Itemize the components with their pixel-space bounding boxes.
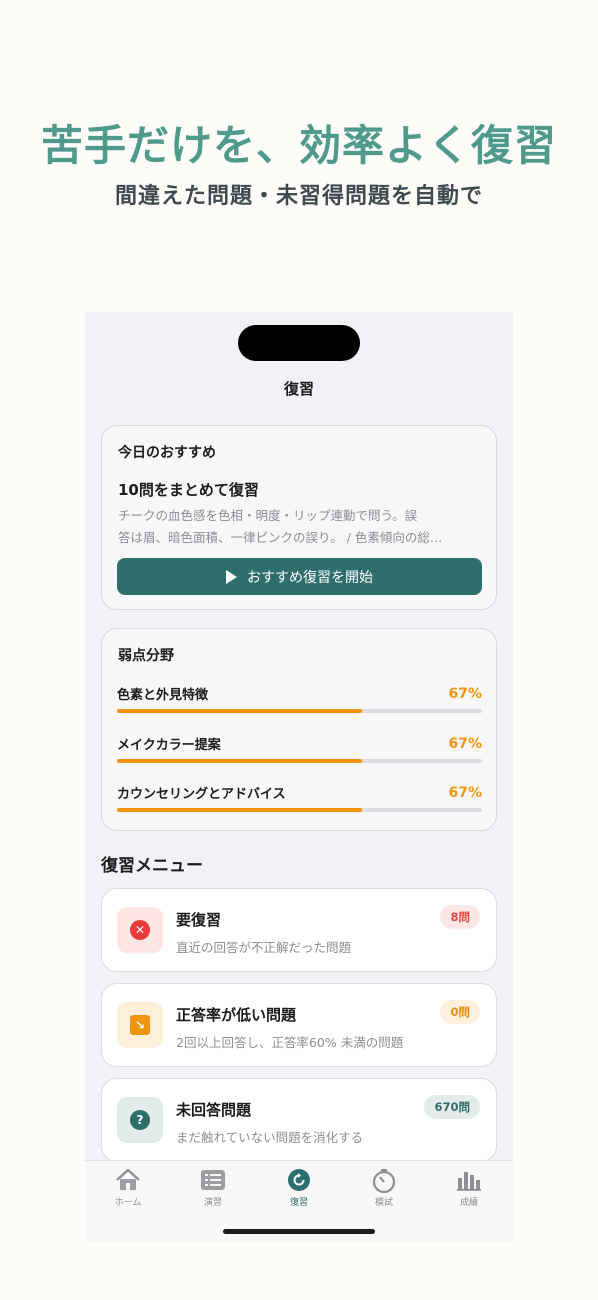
weak-area-item: メイクカラー提案 67% bbox=[117, 734, 482, 763]
recommend-description-line-2: 答は眉、暗色面積、一律ピンクの誤り。 / 色素傾向の総… bbox=[118, 530, 443, 545]
icon-box: ↘ bbox=[117, 1002, 163, 1048]
bar-chart-icon bbox=[439, 1167, 499, 1193]
menu-item-title: 要復習 bbox=[176, 911, 222, 929]
chart-down-icon: ↘ bbox=[130, 1015, 150, 1035]
menu-item-title: 正答率が低い問題 bbox=[176, 1006, 297, 1024]
nav-title: 復習 bbox=[283, 380, 314, 398]
tab-label: 演習 bbox=[203, 1198, 222, 1208]
count-badge: 8問 bbox=[440, 905, 480, 929]
tab-label: ホーム bbox=[114, 1198, 142, 1208]
tab-label: 復習 bbox=[289, 1198, 308, 1208]
review-menu-item-needs-review[interactable]: ✕ 要復習 直近の回答が不正解だった問題 8問 bbox=[101, 888, 497, 972]
recommend-title: 10問をまとめて復習 bbox=[118, 481, 259, 499]
question-circle-icon: ? bbox=[130, 1110, 150, 1130]
review-menu-title: 復習メニュー bbox=[101, 856, 203, 876]
home-icon bbox=[98, 1167, 158, 1193]
home-indicator bbox=[223, 1229, 375, 1234]
start-recommended-review-button[interactable]: おすすめ復習を開始 bbox=[117, 558, 482, 595]
progress-fill bbox=[117, 759, 362, 763]
x-circle-icon: ✕ bbox=[130, 920, 150, 940]
tab-review[interactable]: 復習 bbox=[269, 1167, 329, 1208]
weak-area-progress-bar bbox=[117, 709, 482, 713]
menu-item-subtitle: まだ触れていない問題を消化する bbox=[176, 1130, 364, 1145]
weak-areas-card: 弱点分野 色素と外見特徴 67% メイクカラー提案 67% カウンセリングとアド… bbox=[101, 628, 497, 831]
weak-area-percent: 67% bbox=[448, 784, 482, 801]
recommend-label: 今日のおすすめ bbox=[118, 445, 216, 461]
start-button-label: おすすめ復習を開始 bbox=[247, 569, 373, 586]
menu-item-title: 未回答問題 bbox=[176, 1101, 252, 1119]
tab-practice[interactable]: 演習 bbox=[183, 1167, 243, 1208]
list-icon bbox=[183, 1167, 243, 1193]
recommend-description-line-1: チークの血色感を色相・明度・リップ連動で問う。誤 bbox=[118, 508, 418, 523]
tab-label: 成績 bbox=[459, 1198, 478, 1208]
tab-results[interactable]: 成績 bbox=[439, 1167, 499, 1208]
phone-screen: 復習 今日のおすすめ 10問をまとめて復習 チークの血色感を色相・明度・リップ連… bbox=[85, 312, 513, 1242]
weak-area-name: メイクカラー提案 bbox=[117, 738, 221, 753]
tab-home[interactable]: ホーム bbox=[98, 1167, 158, 1208]
weak-areas-label: 弱点分野 bbox=[118, 648, 174, 664]
tab-bar: ホーム 演習 復習 模試 成績 bbox=[85, 1160, 513, 1242]
menu-item-subtitle: 2回以上回答し、正答率60% 未満の問題 bbox=[176, 1035, 404, 1050]
weak-area-progress-bar bbox=[117, 759, 482, 763]
recommend-description: チークの血色感を色相・明度・リップ連動で問う。誤 答は眉、暗色面積、一律ピンクの… bbox=[118, 505, 480, 549]
menu-item-subtitle: 直近の回答が不正解だった問題 bbox=[176, 940, 352, 955]
weak-area-percent: 67% bbox=[448, 735, 482, 752]
promo-subheadline: 間違えた問題・未習得問題を自動で bbox=[114, 184, 483, 209]
icon-box: ✕ bbox=[117, 907, 163, 953]
recommend-card: 今日のおすすめ 10問をまとめて復習 チークの血色感を色相・明度・リップ連動で問… bbox=[101, 425, 497, 610]
weak-area-name: カウンセリングとアドバイス bbox=[117, 787, 286, 802]
tab-mock-exam[interactable]: 模試 bbox=[354, 1167, 414, 1208]
review-icon bbox=[269, 1167, 329, 1193]
review-menu-item-low-accuracy[interactable]: ↘ 正答率が低い問題 2回以上回答し、正答率60% 未満の問題 0問 bbox=[101, 983, 497, 1067]
play-icon bbox=[226, 569, 237, 584]
count-badge: 670問 bbox=[424, 1095, 480, 1119]
progress-fill bbox=[117, 709, 362, 713]
count-badge: 0問 bbox=[440, 1000, 480, 1024]
dynamic-island bbox=[238, 325, 360, 361]
weak-area-item: 色素と外見特徴 67% bbox=[117, 684, 482, 713]
progress-fill bbox=[117, 808, 362, 812]
tab-label: 模試 bbox=[374, 1198, 393, 1208]
weak-area-name: 色素と外見特徴 bbox=[117, 688, 209, 703]
weak-area-item: カウンセリングとアドバイス 67% bbox=[117, 783, 482, 812]
review-menu-item-unanswered[interactable]: ? 未回答問題 まだ触れていない問題を消化する 670問 bbox=[101, 1078, 497, 1162]
weak-area-progress-bar bbox=[117, 808, 482, 812]
promo-headline: 苦手だけを、効率よく復習 bbox=[40, 121, 557, 170]
icon-box: ? bbox=[117, 1097, 163, 1143]
timer-icon bbox=[354, 1167, 414, 1193]
weak-area-percent: 67% bbox=[448, 685, 482, 702]
